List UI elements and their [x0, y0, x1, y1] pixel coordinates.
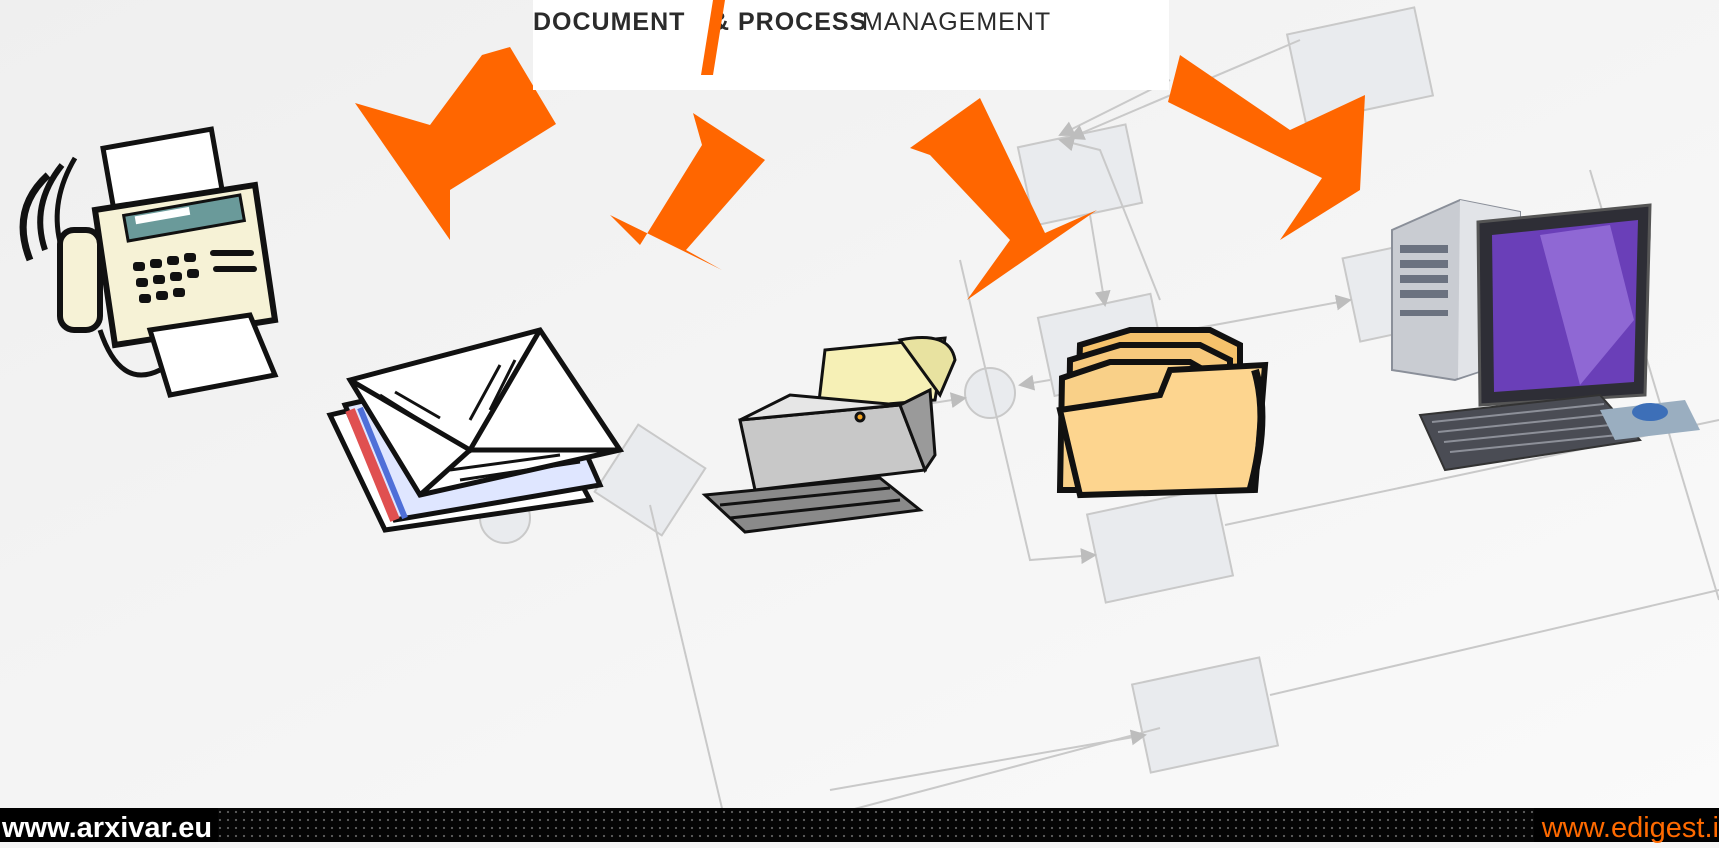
logo-accent-mark [701, 0, 725, 75]
arxivar-logo-panel: DOCUMENT & PROCESS MANAGEMENT [533, 0, 1169, 90]
footer-website-link[interactable]: www.arxivar.eu [0, 808, 219, 844]
footer-partner-link[interactable]: www.edigest.i [1533, 808, 1719, 844]
slide-canvas [0, 0, 1719, 842]
footer-bar: www.arxivar.eu www.edigest.i [0, 808, 1719, 844]
folders-icon [1056, 327, 1269, 499]
logo-tagline-word-document: DOCUMENT [533, 8, 686, 36]
logo-tagline-word-management: MANAGEMENT [862, 8, 1052, 36]
